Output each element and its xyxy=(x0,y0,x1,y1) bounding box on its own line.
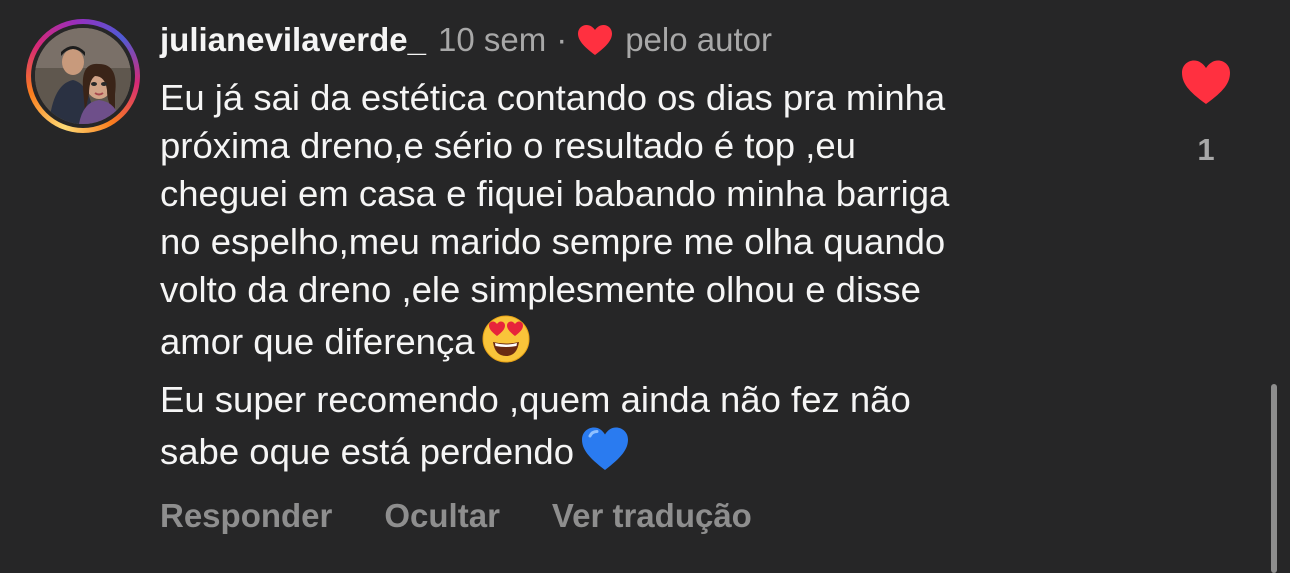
comment-paragraph-2: Eu super recomendo ,quem ainda não fez n… xyxy=(160,376,1160,476)
comment-line-with-emoji: sabe oque está perdendo xyxy=(160,424,1160,476)
scrollbar[interactable] xyxy=(1271,384,1277,573)
blue-heart-emoji-icon xyxy=(582,427,629,470)
comment-line: volto da dreno ,ele simplesmente olhou e… xyxy=(160,269,921,310)
comment-time: 10 sem xyxy=(437,21,547,58)
hide-button[interactable]: Ocultar xyxy=(384,497,500,535)
liked-by-author-label: pelo autor xyxy=(625,21,772,58)
comment-body: Eu já sai da estética contando os dias p… xyxy=(160,74,1160,476)
username-link[interactable]: julianevilaverde_ xyxy=(160,21,426,59)
like-count: 1 xyxy=(1197,132,1215,167)
author-liked-heart-icon xyxy=(578,25,613,55)
comment-line-with-emoji: amor que diferença xyxy=(160,314,1160,366)
comment-header: julianevilaverde_ 10 sem · pelo autor xyxy=(160,18,772,62)
comment-paragraph-1: Eu já sai da estética contando os dias p… xyxy=(160,74,1160,366)
reply-button[interactable]: Responder xyxy=(160,497,332,535)
translate-button[interactable]: Ver tradução xyxy=(552,497,752,535)
comment-line: sabe oque está perdendo xyxy=(160,431,575,472)
comment-line: cheguei em casa e fiquei babando minha b… xyxy=(160,173,950,214)
avatar[interactable] xyxy=(35,28,131,124)
separator-dot: · xyxy=(556,21,568,58)
heart-eyes-emoji-icon xyxy=(482,315,529,363)
comment-line: próxima dreno,e sério o resultado é top … xyxy=(160,125,856,166)
avatar-story-ring[interactable] xyxy=(26,19,140,133)
comment-line: amor que diferença xyxy=(160,321,475,362)
comment-line: no espelho,meu marido sempre me olha qua… xyxy=(160,221,946,262)
comment-actions: Responder Ocultar Ver tradução xyxy=(160,494,804,538)
comment-line: Eu super recomendo ,quem ainda não fez n… xyxy=(160,379,911,420)
comment-line: Eu já sai da estética contando os dias p… xyxy=(160,77,946,118)
like-heart-icon[interactable] xyxy=(1180,58,1232,106)
comment-item: julianevilaverde_ 10 sem · pelo autor Eu… xyxy=(0,0,1290,573)
avatar-photo-icon xyxy=(35,28,131,124)
